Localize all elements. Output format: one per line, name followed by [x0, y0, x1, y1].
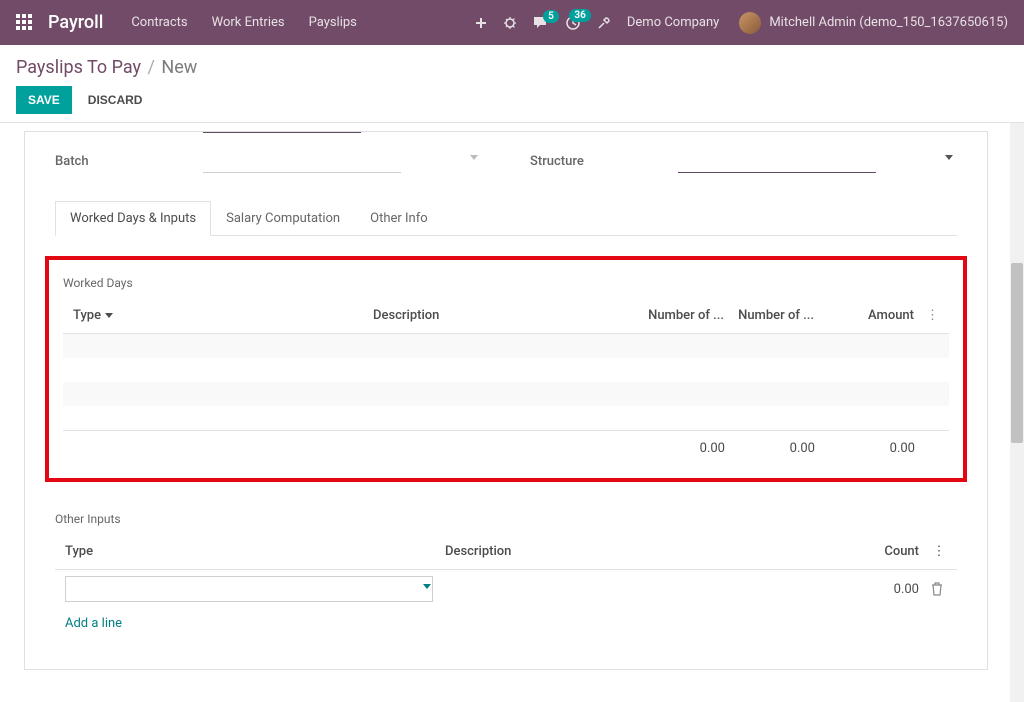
breadcrumb-current: New	[161, 57, 197, 78]
tab-salary-computation[interactable]: Salary Computation	[211, 201, 355, 236]
type-input[interactable]	[65, 576, 433, 602]
sort-icon	[105, 313, 113, 318]
worked-days-title: Worked Days	[63, 276, 949, 290]
structure-field[interactable]	[678, 149, 876, 173]
count-cell[interactable]: 0.00	[835, 580, 925, 599]
chevron-down-icon	[945, 155, 953, 160]
col-options-icon[interactable]: ⋮	[925, 540, 953, 563]
breadcrumb-bar: Payslips To Pay / New SAVE DISCARD	[0, 45, 1024, 122]
app-brand[interactable]: Payroll	[48, 12, 103, 33]
worked-days-grid: Type Description Number of ... Number of…	[63, 298, 949, 466]
col-number-1[interactable]: Number of ...	[640, 304, 730, 327]
worked-days-highlight: Worked Days Type Description Number of .…	[45, 256, 967, 482]
col-type[interactable]: Type	[59, 540, 439, 563]
apps-icon[interactable]	[16, 14, 34, 32]
debug-icon[interactable]	[503, 16, 517, 30]
form-area: Batch Structure Worked Days & Inputs Sal…	[0, 122, 1024, 702]
col-amount[interactable]: Amount	[820, 304, 920, 327]
activities-icon[interactable]: 36	[565, 15, 581, 31]
delete-row-icon[interactable]	[925, 580, 953, 598]
col-type[interactable]: Type	[67, 304, 367, 327]
total-amount: 0.00	[821, 437, 921, 460]
grid-body	[63, 334, 949, 430]
nav-payslips[interactable]: Payslips	[309, 15, 357, 30]
avatar	[739, 12, 761, 34]
add-line-button[interactable]: Add a line	[55, 608, 957, 639]
tab-other-info[interactable]: Other Info	[355, 201, 443, 236]
tools-icon[interactable]	[597, 16, 611, 30]
save-button[interactable]: SAVE	[16, 86, 72, 114]
messages-icon[interactable]: 5	[533, 16, 549, 30]
col-options-icon[interactable]: ⋮	[920, 304, 945, 327]
col-number-2[interactable]: Number of ...	[730, 304, 820, 327]
messages-badge: 5	[543, 10, 559, 23]
col-count[interactable]: Count	[835, 540, 925, 563]
nav-work-entries[interactable]: Work Entries	[212, 15, 285, 30]
batch-field[interactable]	[203, 149, 401, 173]
table-row	[63, 382, 949, 406]
new-icon[interactable]	[475, 17, 487, 29]
other-inputs-grid: Type Description Count ⋮ 0.00 Add a line	[55, 534, 957, 639]
structure-label: Structure	[530, 154, 678, 169]
nav-contracts[interactable]: Contracts	[131, 15, 187, 30]
discard-button[interactable]: DISCARD	[88, 93, 143, 107]
topbar: Payroll Contracts Work Entries Payslips …	[0, 0, 1024, 45]
description-cell[interactable]	[439, 587, 835, 591]
total-number-2: 0.00	[731, 437, 821, 460]
total-number-1: 0.00	[641, 437, 731, 460]
batch-label: Batch	[55, 154, 203, 169]
col-description[interactable]: Description	[367, 304, 640, 327]
date-field-cut	[203, 132, 361, 133]
table-row	[63, 334, 949, 358]
tab-worked-days[interactable]: Worked Days & Inputs	[55, 201, 211, 236]
user-name: Mitchell Admin (demo_150_1637650615)	[769, 15, 1008, 30]
breadcrumb-parent[interactable]: Payslips To Pay	[16, 57, 141, 78]
user-menu[interactable]: Mitchell Admin (demo_150_1637650615)	[739, 12, 1008, 34]
tabs: Worked Days & Inputs Salary Computation …	[55, 201, 957, 236]
grid-footer: 0.00 0.00 0.00	[63, 430, 949, 466]
breadcrumb: Payslips To Pay / New	[16, 57, 1008, 78]
scrollbar-thumb[interactable]	[1011, 263, 1023, 443]
form-sheet: Batch Structure Worked Days & Inputs Sal…	[24, 131, 988, 670]
col-description[interactable]: Description	[439, 540, 835, 563]
table-row	[63, 358, 949, 382]
grid-header: Type Description Count ⋮	[55, 534, 957, 570]
company-selector[interactable]: Demo Company	[627, 15, 719, 30]
grid-header: Type Description Number of ... Number of…	[63, 298, 949, 334]
table-row: 0.00	[55, 570, 957, 608]
table-row	[63, 406, 949, 430]
scrollbar-track[interactable]	[1010, 123, 1024, 702]
chevron-down-icon	[423, 584, 431, 589]
other-inputs-title: Other Inputs	[55, 512, 957, 526]
activities-badge: 36	[569, 9, 590, 22]
chevron-down-icon	[470, 155, 478, 160]
